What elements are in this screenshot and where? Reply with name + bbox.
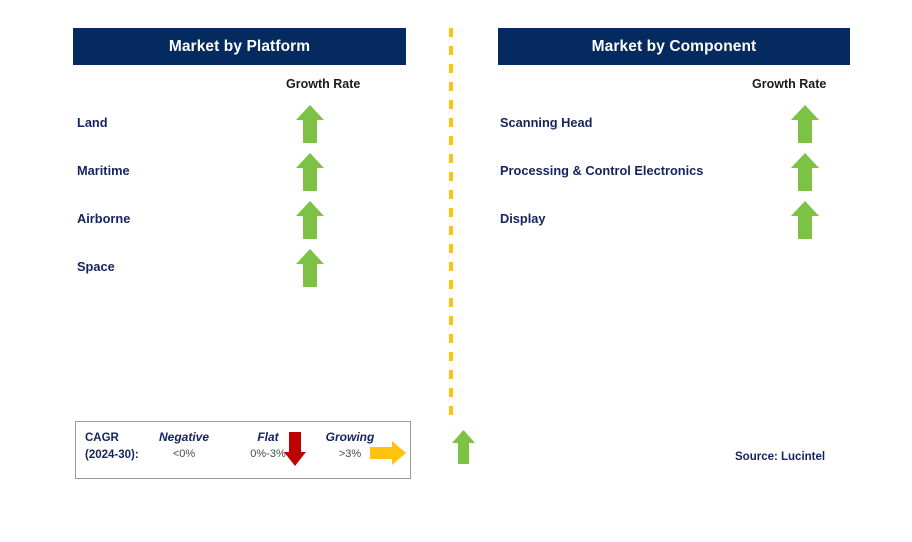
legend-cagr-line1: CAGR	[85, 432, 119, 444]
list-item: Scanning Head	[500, 104, 850, 152]
row-label-space: Space	[77, 259, 115, 274]
growth-rate-header-right: Growth Rate	[752, 77, 827, 91]
row-label-display: Display	[500, 211, 546, 226]
row-label-maritime: Maritime	[77, 163, 130, 178]
infographic-canvas: Market by Platform Growth Rate Land Mari…	[0, 0, 912, 542]
cagr-legend: CAGR (2024-30): Negative <0% Flat 0%-3%	[75, 421, 475, 479]
legend-item-growing: Growing >3%	[314, 430, 386, 460]
arrow-up-icon	[790, 152, 820, 192]
arrow-up-icon	[295, 248, 325, 288]
platform-row-list: Land Maritime Airborne Space	[77, 104, 407, 296]
arrow-up-icon	[790, 104, 820, 144]
legend-title-negative: Negative	[158, 430, 210, 444]
arrow-up-icon	[295, 200, 325, 240]
list-item: Space	[77, 248, 407, 296]
row-label-airborne: Airborne	[77, 211, 131, 226]
legend-cagr-line2: (2024-30):	[85, 449, 139, 461]
row-label-processing-control-electronics: Processing & Control Electronics	[500, 163, 704, 178]
arrow-up-icon	[295, 104, 325, 144]
market-by-component-panel: Market by Component	[498, 28, 850, 65]
legend-range-flat: 0%-3%	[250, 448, 286, 460]
list-item: Land	[77, 104, 407, 152]
arrow-up-icon	[451, 429, 476, 465]
market-by-platform-panel: Market by Platform	[73, 28, 406, 65]
legend-item-flat: Flat 0%-3%	[232, 430, 304, 460]
arrow-up-icon	[790, 200, 820, 240]
row-label-scanning-head: Scanning Head	[500, 115, 593, 130]
component-row-list: Scanning Head Processing & Control Elect…	[500, 104, 850, 248]
growth-rate-header-left: Growth Rate	[286, 77, 361, 91]
legend-title-growing: Growing	[325, 430, 375, 444]
list-item: Processing & Control Electronics	[500, 152, 850, 200]
row-label-land: Land	[77, 115, 108, 130]
legend-range-growing: >3%	[338, 448, 362, 460]
legend-range-negative: <0%	[172, 448, 196, 460]
legend-item-negative: Negative <0%	[148, 430, 220, 460]
list-item: Airborne	[77, 200, 407, 248]
source-attribution: Source: Lucintel	[735, 451, 826, 463]
legend-title-flat: Flat	[257, 430, 279, 444]
list-item: Maritime	[77, 152, 407, 200]
arrow-up-icon	[295, 152, 325, 192]
panel-title-component: Market by Component	[498, 28, 850, 65]
legend-cagr-label: CAGR (2024-30):	[85, 430, 139, 464]
list-item: Display	[500, 200, 850, 248]
panel-title-platform: Market by Platform	[73, 28, 406, 65]
vertical-dashed-divider	[449, 28, 453, 422]
